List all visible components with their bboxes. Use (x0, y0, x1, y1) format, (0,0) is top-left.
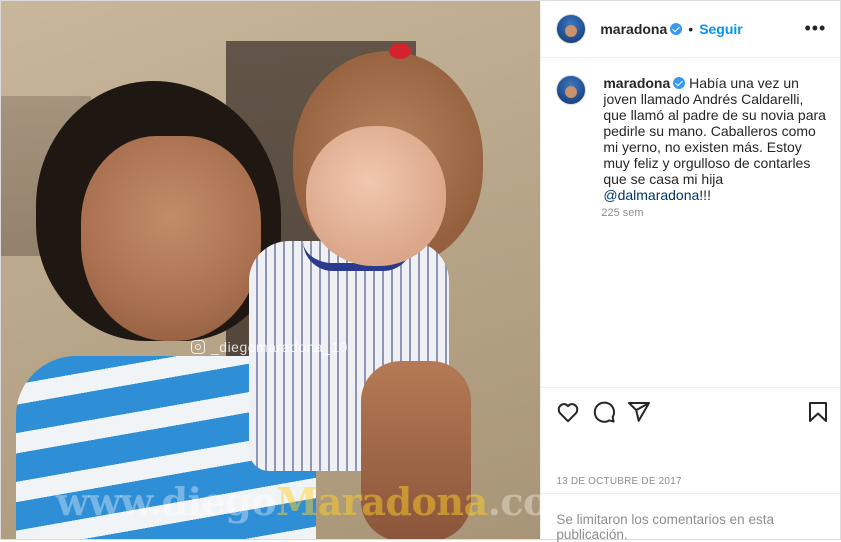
watermark-handle: _diegomaradona_10 (191, 339, 348, 355)
bookmark-icon[interactable] (806, 400, 830, 424)
man-face (81, 136, 261, 341)
caption-username[interactable]: maradona (603, 75, 670, 91)
post-sidebar: maradona • Seguir ••• maradona Había una… (540, 1, 841, 542)
verified-badge-icon (670, 23, 683, 35)
instagram-post: _diegomaradona_10 www.diegoMaradona.co m … (0, 0, 841, 542)
watermark-site-mid: Maradona (276, 479, 488, 524)
girl-face (306, 126, 446, 266)
comment-icon[interactable] (592, 400, 616, 424)
separator-dot: • (688, 21, 694, 37)
hair-tie (389, 43, 411, 59)
caption: maradona Había una vez un joven llamado … (556, 75, 826, 203)
post-photo[interactable]: _diegomaradona_10 www.diegoMaradona.com (1, 1, 541, 539)
watermark-site-start: www.diego (56, 479, 277, 524)
caption-body-text: Había una vez un joven llamado Andrés Ca… (603, 75, 826, 187)
caption-time-ago[interactable]: 225 sem (601, 207, 643, 219)
caption-suffix: !!! (699, 187, 711, 203)
share-icon[interactable] (627, 400, 651, 424)
watermark-site-end: .com (487, 479, 541, 524)
caption-avatar[interactable] (556, 75, 587, 105)
post-header: maradona • Seguir ••• (541, 1, 841, 58)
heart-icon[interactable] (556, 400, 580, 424)
watermark-handle-text: _diegomaradona_10 (211, 339, 348, 355)
instagram-icon (191, 340, 205, 354)
verified-badge-icon (673, 77, 686, 89)
post-date[interactable]: 13 DE OCTUBRE DE 2017 (556, 476, 681, 487)
header-username[interactable]: maradona (600, 21, 667, 37)
caption-text: maradona Había una vez un joven llamado … (603, 75, 826, 203)
avatar[interactable] (556, 14, 587, 44)
follow-button[interactable]: Seguir (699, 21, 743, 37)
more-options-icon[interactable]: ••• (804, 19, 826, 37)
comments-disabled-notice: Se limitaron los comentarios en esta pub… (541, 493, 841, 542)
watermark-site: www.diegoMaradona.com (56, 479, 540, 524)
caption-mention-link[interactable]: @dalmaradona (603, 187, 699, 203)
action-bar (541, 387, 841, 438)
